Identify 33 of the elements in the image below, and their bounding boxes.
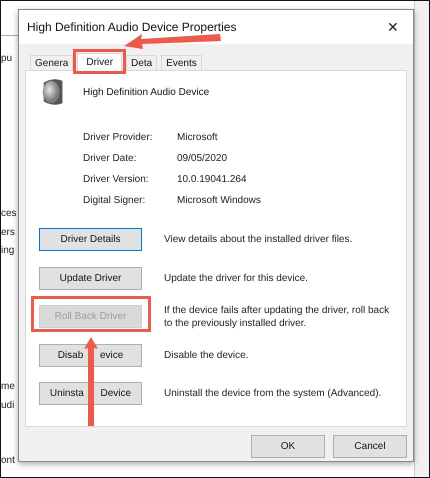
device-name: High Definition Audio Device <box>83 86 210 98</box>
action-description: View details about the installed driver files. <box>164 233 354 246</box>
background-text: ers <box>1 227 15 238</box>
detail-label: Driver Provider: <box>83 132 154 143</box>
action-description: Disable the device. <box>164 348 250 362</box>
dialog-button[interactable]: Cancel <box>333 435 407 458</box>
action-button[interactable]: Driver Details <box>39 228 142 251</box>
detail-label: Digital Signer: <box>83 195 146 206</box>
background-text: me <box>1 381 15 392</box>
window-title: High Definition Audio Device Properties <box>27 20 236 34</box>
action-button[interactable]: Uninsta Device <box>39 382 142 405</box>
background-text: pu <box>1 53 12 64</box>
action-button[interactable]: Update Driver <box>39 266 142 290</box>
background-text: ont <box>1 455 15 466</box>
detail-value: Microsoft Windows <box>177 195 262 206</box>
tab[interactable]: Events <box>161 55 202 70</box>
detail-label: Driver Version: <box>83 174 150 185</box>
action-description: If the device fails after updating the driver, roll back to the previously installed driver. <box>164 304 390 330</box>
background-text: ces <box>1 208 17 219</box>
detail-label: Driver Date: <box>83 153 138 164</box>
background-text: ing <box>1 245 14 256</box>
tab[interactable]: Deta <box>126 55 158 70</box>
dialog-button[interactable]: OK <box>251 435 325 458</box>
detail-value: 10.0.19041.264 <box>177 174 248 185</box>
close-button[interactable]: ✕ <box>373 19 413 35</box>
action-description: Uninstall the device from the system (Advanced). <box>164 387 382 400</box>
action-button[interactable]: Disab evice <box>39 344 142 366</box>
detail-value: 09/05/2020 <box>177 153 228 164</box>
tab[interactable]: Genera <box>30 55 74 70</box>
tab[interactable]: Driver <box>77 53 122 71</box>
background-text: udi <box>1 400 14 411</box>
detail-value: Microsoft <box>177 132 219 143</box>
action-description: Update the driver for this device. <box>164 272 309 284</box>
